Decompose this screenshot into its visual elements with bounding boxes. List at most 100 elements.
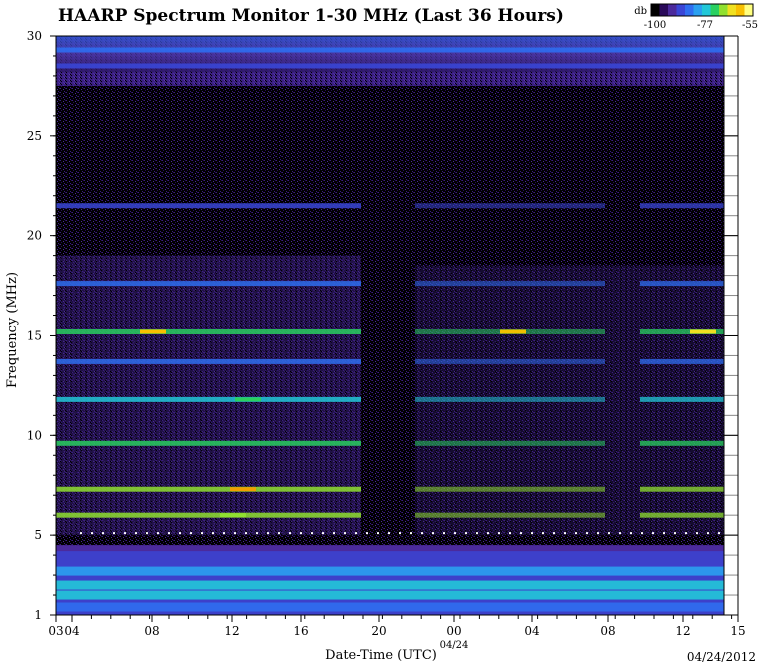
legend-swatch: [659, 4, 669, 16]
date-marker: 04/24: [440, 640, 469, 651]
signal-dot: [707, 532, 709, 535]
signal-dot: [388, 532, 390, 535]
hot-spot-2: [500, 329, 526, 334]
band-6-left: [56, 396, 361, 402]
signal-dot: [685, 532, 687, 535]
signal-dot: [432, 532, 434, 535]
y-tick-label-5: 25: [27, 129, 42, 143]
x-tick-label-6: 00: [446, 624, 461, 638]
signal-dot: [674, 532, 676, 535]
signal-dot: [586, 532, 588, 535]
band-9-right: [415, 512, 605, 518]
signal-dot: [476, 532, 478, 535]
signal-dot: [267, 532, 269, 535]
band-10: [56, 566, 724, 576]
y-tick-label-3: 15: [27, 328, 42, 342]
band-2-far-right: [640, 203, 724, 209]
signal-dot: [663, 532, 665, 535]
signal-dot: [410, 532, 412, 535]
band-region-mid-left: [56, 255, 361, 536]
hot-spot-1: [140, 329, 166, 334]
signal-dot: [201, 532, 203, 535]
x-tick-label-8: 08: [600, 624, 615, 638]
legend-swatch: [651, 4, 660, 16]
legend-swatch: [736, 4, 745, 16]
signal-dot: [344, 532, 346, 535]
plot-area: [56, 36, 724, 615]
band-5-right: [415, 358, 605, 364]
signal-dot: [553, 532, 555, 535]
signal-dot: [91, 532, 93, 535]
signal-dot: [399, 532, 401, 535]
band-1: [56, 63, 724, 69]
signal-dot: [234, 532, 236, 535]
signal-dot: [443, 532, 445, 535]
y-tick-label-2: 10: [27, 428, 42, 442]
band-5-left: [56, 358, 361, 364]
band-8-far-right: [640, 486, 724, 492]
band-3-far-right: [640, 281, 724, 287]
band-11: [56, 580, 724, 590]
signal-dot: [355, 532, 357, 535]
signal-dot: [102, 532, 104, 535]
signal-dot: [322, 532, 324, 535]
signal-dot: [487, 532, 489, 535]
hot-spot-3: [235, 397, 261, 402]
signal-dot: [542, 532, 544, 535]
x-tick-label-9: 12: [675, 624, 690, 638]
signal-dot: [619, 532, 621, 535]
band-9-far-right: [640, 512, 724, 518]
signal-dot: [366, 532, 368, 535]
legend-mid-label: -77: [697, 20, 713, 31]
band-2-right: [415, 203, 605, 209]
band-7-far-right: [640, 440, 724, 446]
band-0: [56, 47, 724, 53]
signal-dot: [718, 532, 720, 535]
signal-dot: [454, 532, 456, 535]
band-8-left: [56, 486, 361, 492]
signal-dot: [564, 532, 566, 535]
legend-unit-label: db: [634, 6, 647, 17]
x-tick-label-10: 15: [730, 624, 745, 638]
legend-swatch: [693, 4, 703, 16]
x-tick-label-3: 12: [224, 624, 239, 638]
signal-dot: [333, 532, 335, 535]
signal-dot: [652, 532, 654, 535]
band-7-right: [415, 440, 605, 446]
signal-dot: [498, 532, 500, 535]
signal-dot: [641, 532, 643, 535]
hot-spot-4: [220, 513, 246, 518]
y-tick-label-6: 30: [27, 29, 42, 43]
spectrogram-chart: 15101520253003 04 08 12 16 20 00 04 08 12 15 db-10…: [5, 3, 758, 664]
legend-max-label: -55: [742, 20, 758, 31]
color-legend: db -100 -77 -55: [634, 3, 758, 31]
signal-dot: [212, 532, 214, 535]
legend-swatch: [676, 4, 686, 16]
signal-dot: [168, 532, 170, 535]
signal-dot: [124, 532, 126, 535]
signal-dot: [509, 532, 511, 535]
signal-dot: [80, 532, 82, 535]
signal-dot: [245, 532, 247, 535]
legend-swatch: [719, 4, 728, 16]
band-3-left: [56, 281, 361, 287]
signal-dot: [256, 532, 258, 535]
y-tick-label-4: 20: [27, 229, 42, 243]
band-12: [56, 590, 724, 600]
signal-dot: [377, 532, 379, 535]
band-13: [56, 602, 724, 612]
hot-spot-5: [690, 329, 716, 334]
legend-swatch: [668, 4, 677, 16]
band-3-right: [415, 281, 605, 287]
x-tick-label-7: 04: [524, 624, 540, 638]
signal-dot: [531, 532, 533, 535]
signal-dot: [311, 532, 313, 535]
band-9-left: [56, 512, 361, 518]
legend-swatch: [702, 4, 711, 16]
legend-swatch: [727, 4, 737, 16]
x-tick-label-0: 03: [48, 624, 63, 638]
signal-dot: [146, 532, 148, 535]
signal-dot: [597, 532, 599, 535]
gridlines: [724, 35, 738, 596]
legend-swatch: [685, 4, 694, 16]
